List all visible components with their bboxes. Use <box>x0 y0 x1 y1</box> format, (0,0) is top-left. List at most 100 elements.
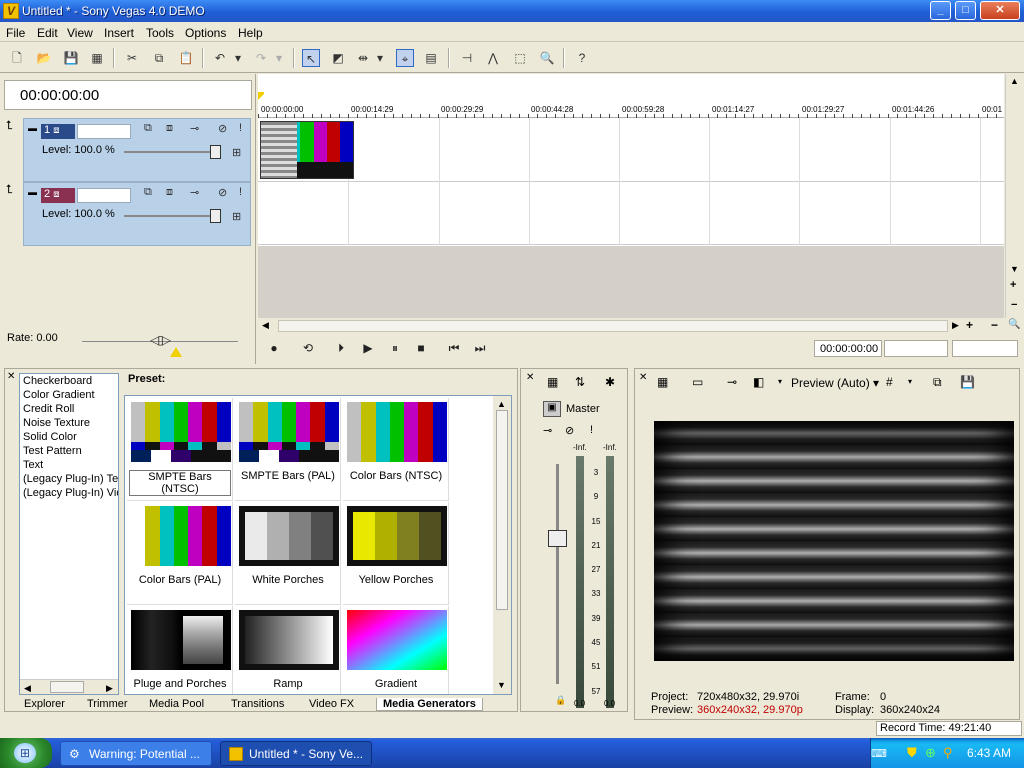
mute-icon[interactable]: ⊘ <box>218 122 227 135</box>
properties-icon[interactable]: ▦ <box>88 49 106 67</box>
cursor-marker-icon[interactable] <box>258 92 264 100</box>
maximize-button[interactable]: □ <box>955 1 976 20</box>
scroll-right-icon[interactable]: ▶ <box>952 320 959 331</box>
track-2-minimize-icon[interactable]: ▬ <box>28 187 37 197</box>
menu-options[interactable]: Options <box>185 26 226 40</box>
empty-track-area[interactable] <box>258 246 1004 318</box>
video-clip[interactable] <box>260 121 354 179</box>
close-panel-icon[interactable]: ✕ <box>526 372 534 383</box>
track-2-name-field[interactable] <box>77 188 131 203</box>
master-fader-track[interactable] <box>556 464 559 684</box>
track-1-lane[interactable] <box>258 118 1004 182</box>
menu-file[interactable]: File <box>6 26 25 40</box>
generator-list[interactable]: Checkerboard Color Gradient Credit Roll … <box>19 373 119 695</box>
preset-smpte-pal[interactable]: SMPTE Bars (PAL) <box>235 398 341 501</box>
scroll-up-icon[interactable]: ▲ <box>1010 76 1019 86</box>
redo-dropdown-icon[interactable]: ▾ <box>274 49 284 67</box>
track-2-level-thumb[interactable] <box>210 209 221 223</box>
scroll-left-icon[interactable]: ◀ <box>262 320 269 331</box>
undo-icon[interactable]: ↶ <box>211 49 229 67</box>
track-motion-icon[interactable]: ⊞ <box>232 146 241 159</box>
go-to-start-icon[interactable]: ⏮ <box>444 340 464 356</box>
undo-dropdown-icon[interactable]: ▾ <box>233 49 243 67</box>
stop-icon[interactable]: ■ <box>411 340 431 356</box>
project-properties-icon[interactable]: ▦ <box>657 375 668 389</box>
redo-icon[interactable]: ↷ <box>252 49 270 67</box>
track-1-level-slider[interactable] <box>124 151 216 153</box>
taskbar-item-vegas[interactable]: Untitled * - Sony Ve... <box>220 741 372 766</box>
zoom-out-track-icon[interactable]: − <box>1011 299 1017 311</box>
go-to-end-icon[interactable]: ⏭ <box>470 340 490 356</box>
close-panel-icon[interactable]: ✕ <box>7 371 15 382</box>
zoom-in-track-icon[interactable]: + <box>1010 279 1016 291</box>
preset-colorbars-ntsc[interactable]: Color Bars (NTSC) <box>343 398 449 501</box>
track-fx-icon[interactable]: ⧉ <box>144 122 152 135</box>
time-ruler[interactable]: 00:00:00:00 00:00:14:29 00:00:29:29 00:0… <box>258 74 1004 118</box>
zoom-in-time-icon[interactable]: + <box>966 318 973 332</box>
track-2-header[interactable]: ▬ 2 ⧈ ⧉ ⧈ ⊸ ⊘ ! Level: 100.0 % ⊞ <box>23 182 251 246</box>
track-1-header[interactable]: ▬ 1 ⧈ ⧉ ⧈ ⊸ ⊘ ! Level: 100.0 % ⊞ <box>23 118 251 182</box>
track-1-minimize-icon[interactable]: ▬ <box>28 123 37 133</box>
menu-insert[interactable]: Insert <box>104 26 134 40</box>
keyboard-icon[interactable]: ⌨ <box>871 747 887 760</box>
loop-playback-icon[interactable]: ⟲ <box>298 340 318 356</box>
list-item[interactable]: Checkerboard <box>20 374 118 388</box>
envelope-tool-icon[interactable]: ◩ <box>329 49 347 67</box>
motion-icon[interactable]: ⊸ <box>190 186 199 199</box>
track-2-lane[interactable] <box>258 183 1004 245</box>
zoom-icon[interactable]: 🔍 <box>538 49 556 67</box>
compositing-mode-icon[interactable]: ⧈ <box>166 186 173 199</box>
zoom-tool-icon[interactable]: 🔍 <box>1008 319 1020 330</box>
mute-icon[interactable]: ⊘ <box>218 186 227 199</box>
solo-icon[interactable]: ! <box>590 424 593 436</box>
zoom-out-time-icon[interactable]: − <box>991 318 998 332</box>
play-icon[interactable]: ▶ <box>358 340 378 356</box>
track-1-name-field[interactable] <box>77 124 131 139</box>
track-1-level-thumb[interactable] <box>210 145 221 159</box>
solo-icon[interactable]: ! <box>239 122 242 134</box>
preview-quality-dropdown[interactable]: Preview (Auto) ▾ <box>791 376 879 390</box>
preset-colorbars-pal[interactable]: Color Bars (PAL) <box>127 502 233 605</box>
external-monitor-icon[interactable]: ▭ <box>692 375 703 389</box>
split-dropdown-icon[interactable]: ▾ <box>778 377 782 386</box>
close-button[interactable]: ✕ <box>980 1 1020 20</box>
crossfade-icon[interactable]: ⋀ <box>484 49 502 67</box>
track-motion-icon[interactable]: ⊞ <box>232 210 241 223</box>
solo-icon[interactable]: ! <box>239 186 242 198</box>
list-item[interactable]: Solid Color <box>20 430 118 444</box>
zoom-edit-icon[interactable]: ⬚ <box>511 49 529 67</box>
scroll-thumb[interactable] <box>50 681 84 693</box>
list-item[interactable]: Text <box>20 458 118 472</box>
selection-tool-icon[interactable]: ⇹ <box>354 49 372 67</box>
tab-trimmer[interactable]: Trimmer <box>87 698 128 710</box>
overlays-icon[interactable]: # <box>886 375 893 389</box>
copy-icon[interactable]: ⧉ <box>150 49 168 67</box>
scroll-left-icon[interactable]: ◀ <box>24 681 31 694</box>
tab-media-generators[interactable]: Media Generators <box>376 698 483 711</box>
list-item[interactable]: Noise Texture <box>20 416 118 430</box>
track-fx-icon[interactable]: ⧉ <box>144 186 152 199</box>
scroll-thumb[interactable] <box>496 410 508 610</box>
taskbar-item-warning[interactable]: ⚙ Warning: Potential ... <box>60 741 212 766</box>
menu-tools[interactable]: Tools <box>146 26 174 40</box>
list-item[interactable]: Color Gradient <box>20 388 118 402</box>
compositing-mode-icon[interactable]: ⧈ <box>166 122 173 135</box>
scroll-right-icon[interactable]: ▶ <box>106 681 113 694</box>
paste-icon[interactable]: 📋 <box>177 49 195 67</box>
timeline-horizontal-scrollbar[interactable]: ◀ ▶ + − 🔍 <box>258 318 1022 334</box>
start-button[interactable]: ⊞ <box>0 738 52 768</box>
list-item[interactable]: Test Pattern <box>20 444 118 458</box>
tab-explorer[interactable]: Explorer <box>24 698 65 710</box>
whats-this-help-icon[interactable]: ? <box>573 49 591 67</box>
snap-icon[interactable]: ⊣ <box>458 49 476 67</box>
preset-ramp[interactable]: Ramp <box>235 606 341 694</box>
record-icon[interactable]: ● <box>264 340 284 356</box>
overlays-dropdown-icon[interactable]: ▾ <box>908 377 912 386</box>
mute-icon[interactable]: ⊘ <box>565 424 574 437</box>
menu-view[interactable]: View <box>67 26 93 40</box>
preset-smpte-ntsc[interactable]: SMPTE Bars (NTSC) <box>127 398 233 501</box>
fx-icon[interactable]: ⊸ <box>543 424 552 437</box>
preset-pluge-porches[interactable]: Pluge and Porches <box>127 606 233 694</box>
track-2-expand-icon[interactable]: ⮤ <box>6 182 13 197</box>
master-fader-thumb[interactable] <box>548 530 567 547</box>
